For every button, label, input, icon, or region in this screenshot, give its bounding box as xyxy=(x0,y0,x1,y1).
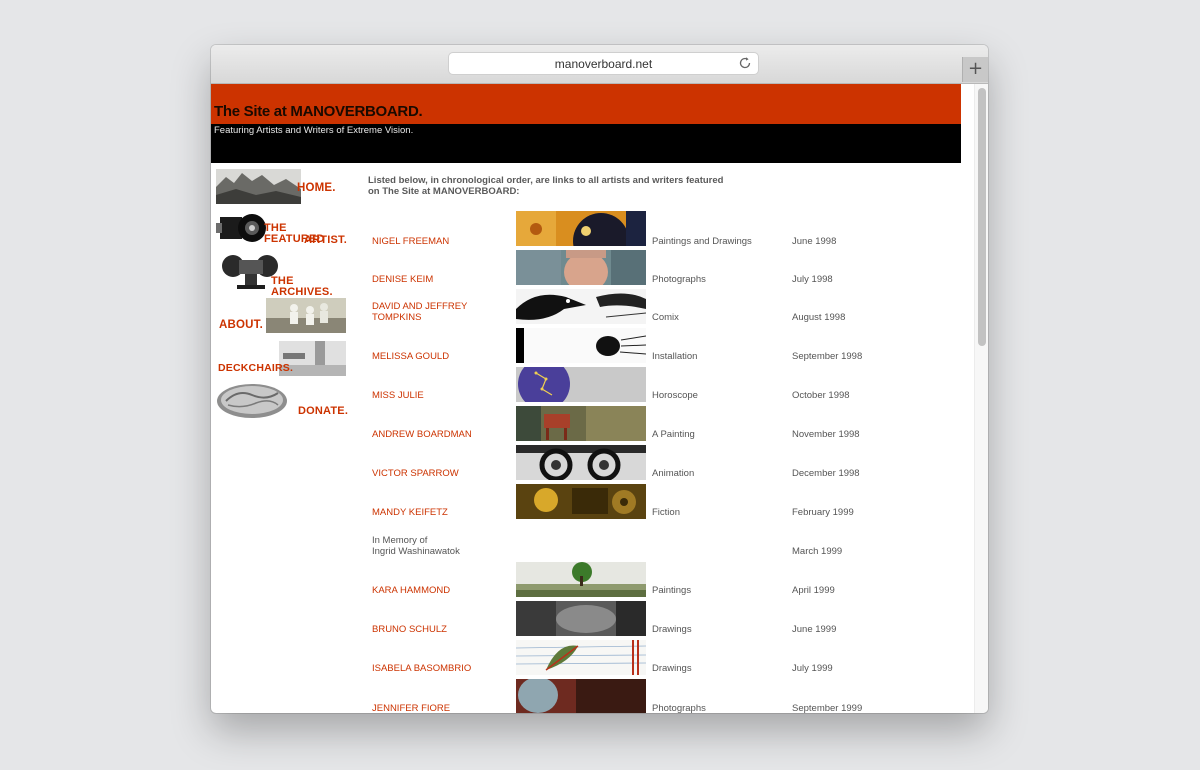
date-label: June 1998 xyxy=(792,236,837,247)
date-label: June 1999 xyxy=(792,624,837,635)
date-label: December 1998 xyxy=(792,468,860,479)
medium-label: Photographs xyxy=(652,274,706,285)
painting-thumbnail[interactable] xyxy=(516,211,646,246)
fiction-thumbnail[interactable] xyxy=(516,484,646,519)
comic-bird-thumbnail[interactable] xyxy=(516,289,646,324)
portrait-photo-thumbnail[interactable] xyxy=(516,250,646,285)
artist-link[interactable]: MISS JULIE xyxy=(372,390,424,401)
date-label: August 1998 xyxy=(792,312,846,323)
artist-link[interactable]: ANDREW BOARDMAN xyxy=(372,429,472,440)
intro-text: Listed below, in chronological order, ar… xyxy=(368,175,724,197)
medium-label: Fiction xyxy=(652,507,680,518)
mountain-photo-icon xyxy=(216,169,301,204)
listing-row: ANDREW BOARDMAN A Painting November 1998 xyxy=(211,406,971,441)
artist-link[interactable]: BRUNO SCHULZ xyxy=(372,624,447,635)
artist-link[interactable]: DAVID AND JEFFREY xyxy=(372,301,467,312)
listing-row: In Memory of Ingrid Washinawatok March 1… xyxy=(211,523,971,558)
page-viewport: The Site at MANOVERBOARD. Featuring Arti… xyxy=(211,84,988,713)
medium-label: Paintings xyxy=(652,585,692,596)
listing-row: KARA HAMMOND Paintings April 1999 xyxy=(211,562,971,597)
memorial-label: In Memory of xyxy=(372,535,428,546)
installation-thumbnail[interactable] xyxy=(516,328,646,363)
url-text: manoverboard.net xyxy=(554,57,653,71)
artist-link-line2[interactable]: TOMPKINS xyxy=(372,312,421,323)
listing-row: JENNIFER FIORE Photographs September 199… xyxy=(211,679,971,713)
nav-home[interactable]: HOME. xyxy=(216,169,346,205)
medium-label: Animation xyxy=(652,468,695,479)
browser-window: manoverboard.net + The Site at MANOVERBO… xyxy=(211,45,988,713)
date-label: October 1998 xyxy=(792,390,850,401)
address-bar[interactable]: manoverboard.net xyxy=(448,52,759,75)
listing-row: NIGEL FREEMAN Paintings and Drawings Jun… xyxy=(211,211,971,247)
date-label: July 1998 xyxy=(792,274,833,285)
red-chair-painting-thumbnail[interactable] xyxy=(516,406,646,441)
site-tagline: Featuring Artists and Writers of Extreme… xyxy=(214,125,414,136)
artist-link[interactable]: MANDY KEIFETZ xyxy=(372,507,448,518)
dark-drawing-thumbnail[interactable] xyxy=(516,601,646,636)
glasses-face-thumbnail[interactable] xyxy=(516,445,646,480)
medium-label: Installation xyxy=(652,351,698,362)
memorial-name[interactable]: Ingrid Washinawatok xyxy=(372,546,460,557)
artist-link[interactable]: KARA HAMMOND xyxy=(372,585,450,596)
reload-icon[interactable] xyxy=(738,56,752,70)
listing-row: BRUNO SCHULZ Drawings June 1999 xyxy=(211,601,971,636)
nav-label-home: HOME. xyxy=(297,182,336,194)
listing-row: DENISE KEIM Photographs July 1998 xyxy=(211,250,971,285)
date-label: September 1998 xyxy=(792,351,863,362)
horoscope-thumbnail[interactable] xyxy=(516,367,646,402)
artist-link[interactable]: VICTOR SPARROW xyxy=(372,468,459,479)
tagline-banner: Featuring Artists and Writers of Extreme… xyxy=(211,124,961,163)
medium-label: A Painting xyxy=(652,429,695,440)
site-title: The Site at MANOVERBOARD. xyxy=(214,103,423,120)
listing-row: DAVID AND JEFFREY TOMPKINS Comix August … xyxy=(211,289,971,324)
medium-label: Drawings xyxy=(652,624,692,635)
artist-link[interactable]: NIGEL FREEMAN xyxy=(372,236,449,247)
vertical-scrollbar[interactable] xyxy=(974,84,988,713)
listing-row: VICTOR SPARROW Animation December 1998 xyxy=(211,445,971,480)
listing-row: MELISSA GOULD Installation September 199… xyxy=(211,328,971,363)
date-label: November 1998 xyxy=(792,429,860,440)
plus-icon: + xyxy=(967,58,984,79)
artist-link[interactable]: ISABELA BASOMBRIO xyxy=(372,663,471,674)
new-tab-button[interactable]: + xyxy=(962,57,988,82)
date-label: September 1999 xyxy=(792,703,863,713)
medium-label: Photographs xyxy=(652,703,706,713)
header-banner: The Site at MANOVERBOARD. xyxy=(211,84,961,124)
leaf-drawing-thumbnail[interactable] xyxy=(516,640,646,675)
artist-link[interactable]: JENNIFER FIORE xyxy=(372,703,450,713)
medium-label: Paintings and Drawings xyxy=(652,236,752,247)
browser-toolbar: manoverboard.net + xyxy=(211,45,988,84)
date-label: February 1999 xyxy=(792,507,854,518)
listing-row: ISABELA BASOMBRIO Drawings July 1999 xyxy=(211,640,971,675)
artist-link[interactable]: DENISE KEIM xyxy=(372,274,433,285)
medium-label: Comix xyxy=(652,312,679,323)
landscape-tree-thumbnail[interactable] xyxy=(516,562,646,597)
listing-row: MISS JULIE Horoscope October 1998 xyxy=(211,367,971,402)
date-label: March 1999 xyxy=(792,546,843,557)
medium-label: Drawings xyxy=(652,663,692,674)
date-label: April 1999 xyxy=(792,585,835,596)
artist-link[interactable]: MELISSA GOULD xyxy=(372,351,449,362)
date-label: July 1999 xyxy=(792,663,833,674)
medium-label: Horoscope xyxy=(652,390,698,401)
listing-row: MANDY KEIFETZ Fiction February 1999 xyxy=(211,484,971,519)
scrollbar-thumb[interactable] xyxy=(978,88,986,346)
photo-thumbnail[interactable] xyxy=(516,679,646,713)
